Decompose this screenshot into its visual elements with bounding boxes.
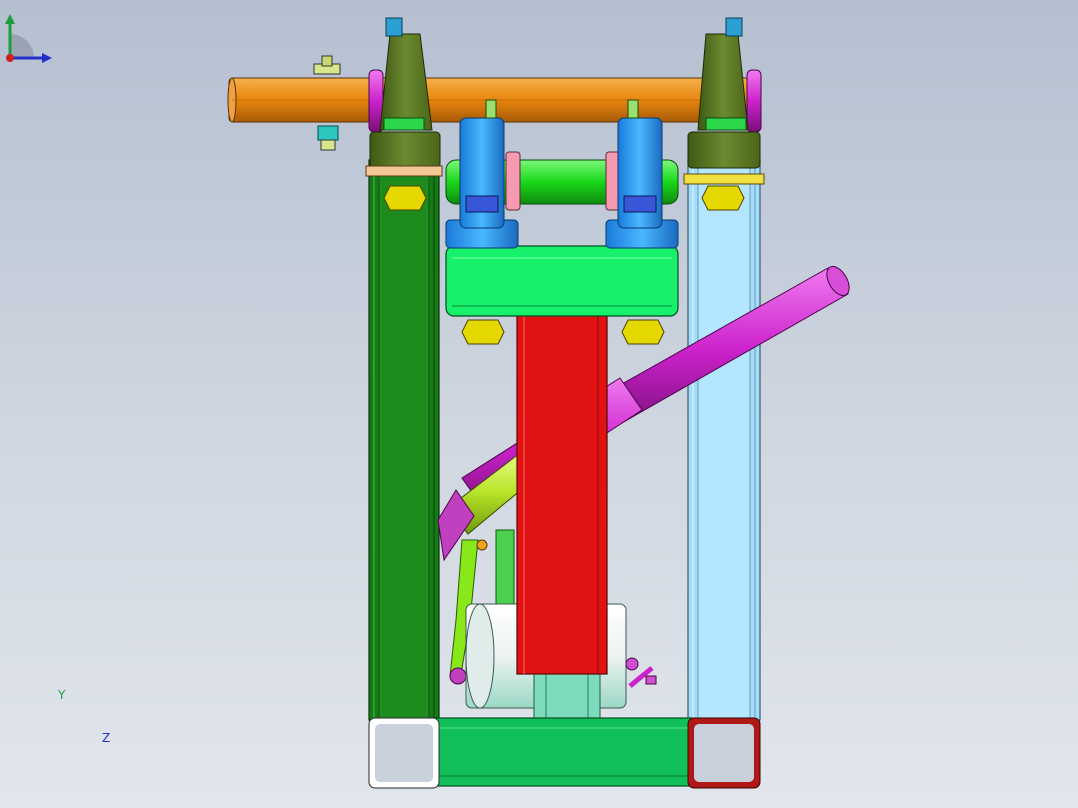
cad-model (227, 17, 850, 789)
hex-nut-left-upper (383, 185, 427, 211)
triad-y-label: Y (58, 688, 66, 702)
bushing-right (746, 69, 762, 133)
hex-nut-right-lower (621, 319, 665, 345)
left-upright-tube[interactable] (368, 159, 440, 721)
center-column[interactable] (516, 311, 608, 675)
clamp-block[interactable] (445, 245, 679, 317)
grease-fitting (625, 657, 657, 688)
cad-viewport[interactable]: Y Z (0, 0, 1078, 808)
orientation-triad (5, 14, 52, 63)
triad-z-label: Z (102, 731, 111, 745)
hex-nut-left-lower (461, 319, 505, 345)
tube-end-right (687, 717, 761, 789)
bottom-crossbeam[interactable] (435, 717, 693, 787)
right-upright-tube[interactable] (687, 159, 761, 721)
tube-end-left (368, 717, 440, 789)
hex-nut-right-upper (701, 185, 745, 211)
